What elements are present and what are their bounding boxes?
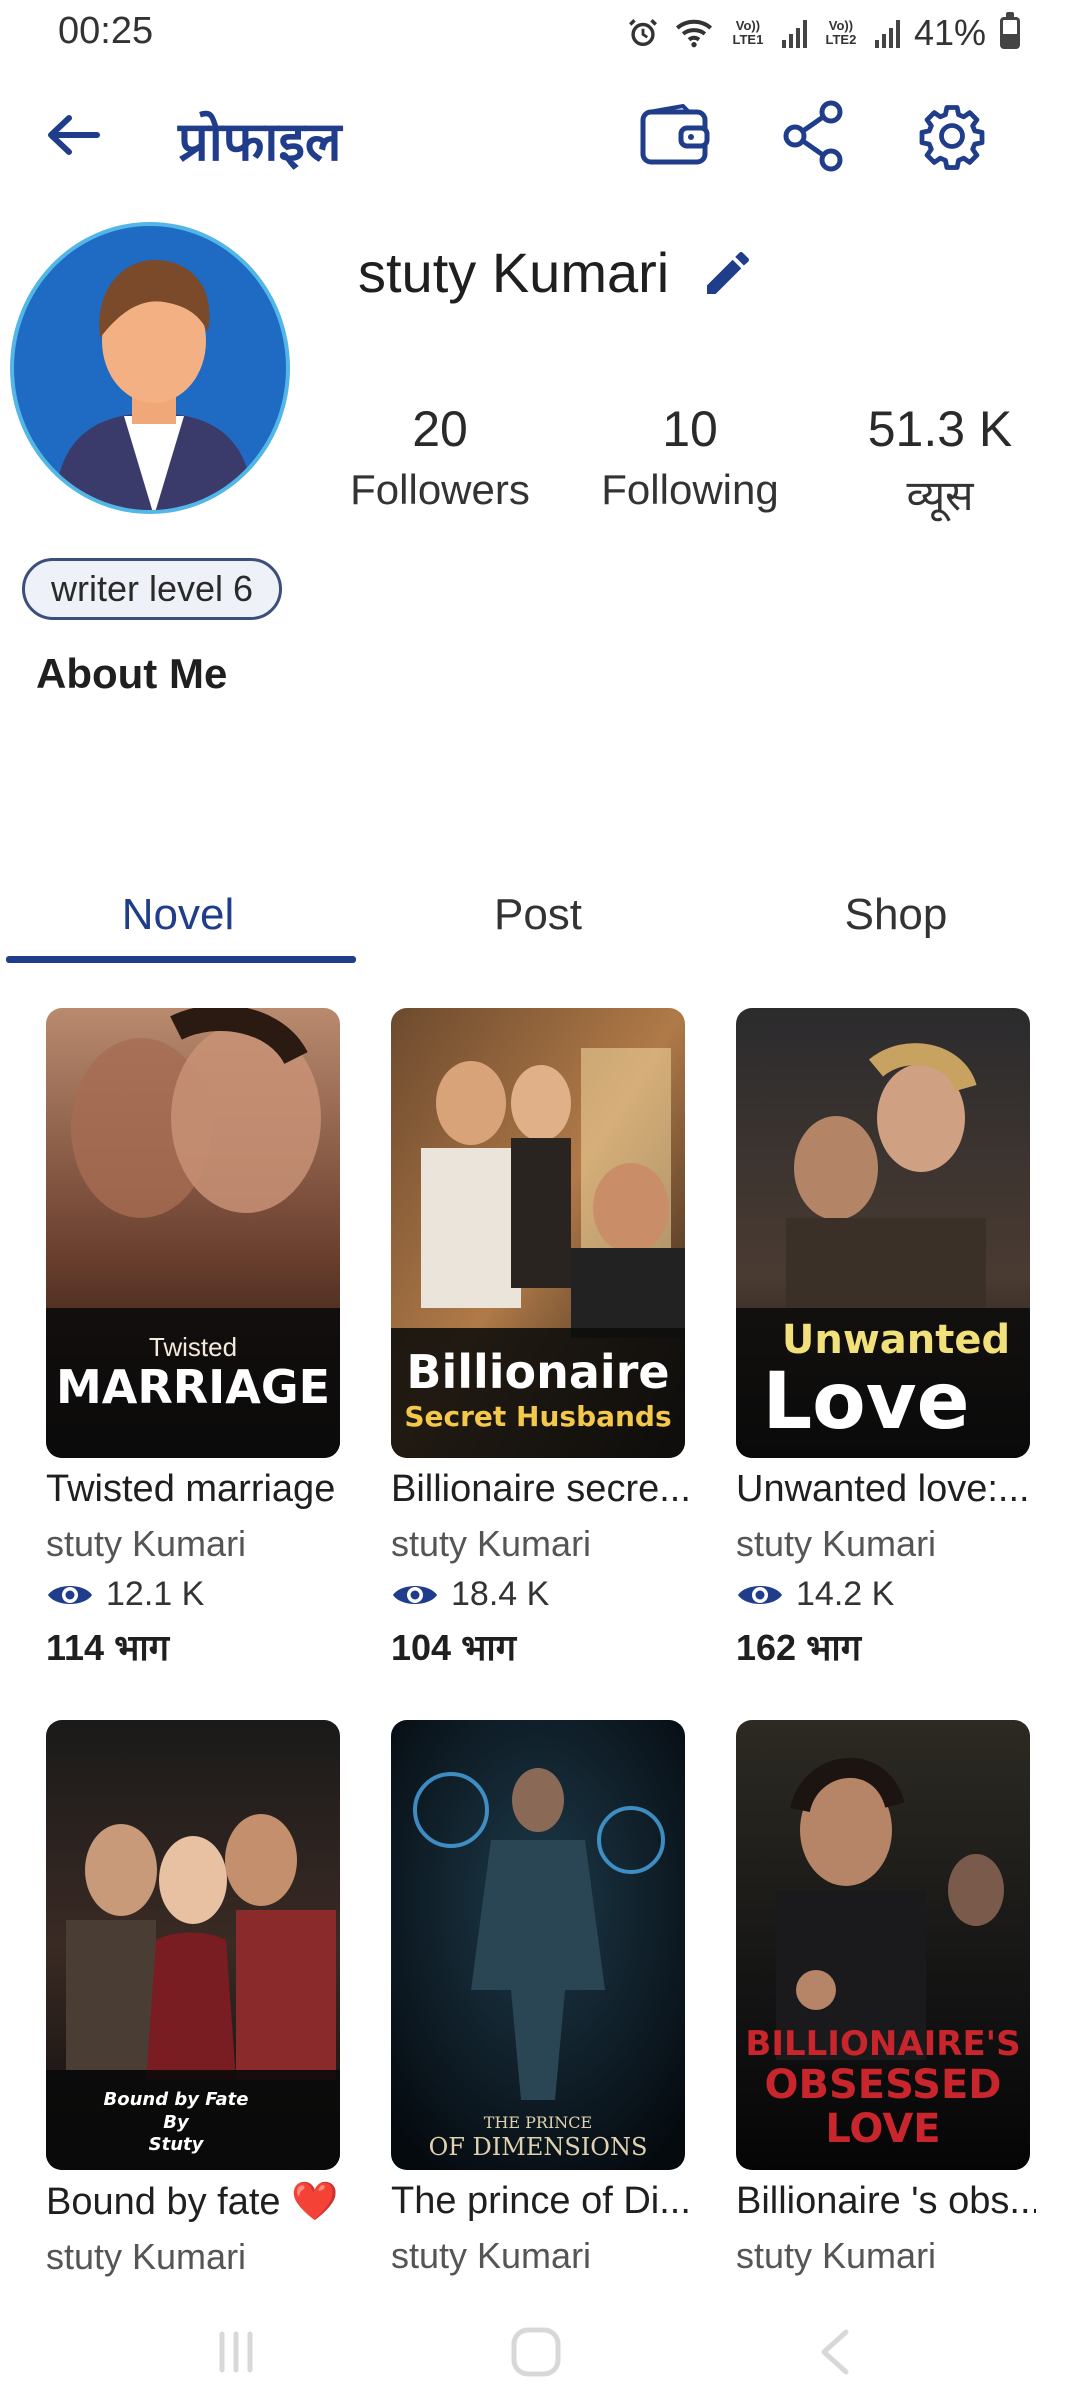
stat-value: 51.3 K [867, 401, 1013, 457]
stat-label: व्यूस [906, 472, 974, 519]
cover-main-line-2: LOVE [825, 2106, 940, 2152]
signal-1-icon [781, 18, 807, 48]
tab-novel[interactable]: Novel [0, 890, 356, 940]
cover-main-line-1: OBSESSED [765, 2062, 1002, 2108]
tab-shop[interactable]: Shop [718, 890, 1074, 940]
cover-main-text: Secret Husbands [404, 1400, 671, 1433]
book-author: stuty Kumari [391, 1523, 592, 1564]
settings-button[interactable] [912, 96, 992, 176]
book-author: stuty Kumari [46, 2236, 247, 2277]
cover-top-text: BILLIONAIRE'S [745, 2024, 1020, 2064]
book-author: stuty Kumari [736, 1523, 937, 1564]
book-card[interactable]: Bound by Fate By Stuty Bound by fate ❤️ … [46, 1720, 346, 2278]
wifi-icon [675, 19, 712, 48]
book-cover: BILLIONAIRE'S OBSESSED LOVE [736, 1720, 1030, 2170]
stat-value: 10 [662, 401, 718, 457]
cover-main-line-2: Stuty [149, 2134, 205, 2155]
cover-top-text: THE PRINCE [484, 2113, 592, 2132]
book-author: stuty Kumari [46, 1523, 247, 1564]
cover-main-text: MARRIAGE [56, 1360, 330, 1414]
avatar-person-icon [54, 259, 254, 510]
book-card[interactable]: Billionaire Secret Husbands Billionaire … [391, 1008, 691, 1671]
book-views: 12.1 K [46, 1575, 346, 1614]
content-tabs: Novel Post Shop [0, 870, 1080, 970]
cover-top-text: Bound by Fate [104, 2089, 249, 2110]
book-author: stuty Kumari [391, 2235, 592, 2276]
book-parts: 104 भाग [391, 1627, 516, 1668]
stat-views: 51.3 K व्यूस [820, 400, 1060, 523]
page-title: प्रोफाइल [178, 112, 342, 172]
book-card[interactable]: THE PRINCE OF DIMENSIONS The prince of D… [391, 1720, 691, 2277]
back-arrow-icon [48, 115, 100, 155]
pencil-icon [707, 252, 749, 294]
book-views: 18.4 K [391, 1575, 691, 1614]
stat-label: Followers [350, 466, 530, 513]
stat-value: 20 [412, 401, 468, 457]
views-count: 18.4 K [451, 1575, 550, 1613]
home-button[interactable] [506, 2322, 566, 2382]
battery-percent: 41% [913, 12, 986, 53]
lte2-label: Vo)) LTE2 [825, 18, 857, 47]
wallet-button[interactable] [635, 96, 715, 176]
views-count: 14.2 K [796, 1575, 895, 1613]
status-icons: Vo)) LTE1 Vo)) LTE2 41% [626, 8, 1020, 58]
recents-button[interactable] [206, 2322, 266, 2382]
writer-level-badge: writer level 6 [22, 558, 283, 620]
book-title: Billionaire secre... [391, 1468, 691, 1510]
system-nav-bar [0, 2296, 1080, 2408]
lte1-label: Vo)) LTE1 [732, 18, 764, 47]
share-button[interactable] [774, 96, 854, 176]
book-title: Billionaire 's obs... [736, 2180, 1036, 2222]
book-author: stuty Kumari [736, 2235, 937, 2276]
book-card[interactable]: BILLIONAIRE'S OBSESSED LOVE Billionaire … [736, 1720, 1036, 2277]
cover-main-text: Love [762, 1357, 969, 1447]
eye-icon [738, 1585, 782, 1604]
cover-main-text: OF DIMENSIONS [429, 2133, 648, 2161]
active-tab-indicator [6, 956, 356, 963]
profile-name: stuty Kumari [358, 241, 670, 304]
tab-post[interactable]: Post [360, 890, 716, 940]
eye-icon [48, 1585, 92, 1604]
back-nav-button[interactable] [806, 2322, 866, 2382]
profile-stats: 20 Followers 10 Following 51.3 K व्यूस [320, 400, 1060, 530]
back-chevron-icon [821, 2329, 849, 2375]
stat-following[interactable]: 10 Following [570, 400, 810, 514]
book-cover: THE PRINCE OF DIMENSIONS [391, 1720, 685, 2170]
book-card[interactable]: Twisted MARRIAGE Twisted marriage stuty … [46, 1008, 346, 1671]
cover-top-text: Twisted [149, 1332, 237, 1362]
eye-icon [393, 1585, 437, 1604]
signal-2-icon [874, 18, 900, 48]
back-button[interactable] [38, 100, 108, 170]
book-cover: Bound by Fate By Stuty [46, 1720, 340, 2170]
cover-main-line-1: By [163, 2112, 190, 2133]
stat-followers[interactable]: 20 Followers [320, 400, 560, 514]
alarm-icon [628, 19, 657, 47]
recents-icon [219, 2331, 253, 2373]
app-header: प्रोफाइल [0, 80, 1080, 190]
status-time: 00:25 [58, 10, 154, 52]
battery-icon [1000, 12, 1020, 49]
book-parts: 114 भाग [46, 1627, 169, 1668]
book-title: Bound by fate ❤️ [46, 2181, 339, 2223]
book-views: 14.2 K [736, 1575, 1036, 1614]
book-cover: Billionaire Secret Husbands [391, 1008, 685, 1458]
views-count: 12.1 K [106, 1575, 205, 1613]
book-parts: 162 भाग [736, 1627, 861, 1668]
stat-label: Following [601, 466, 779, 513]
book-cover: Twisted MARRIAGE [46, 1008, 340, 1458]
book-title: The prince of Di... [391, 2180, 691, 2222]
status-bar: 00:25 Vo)) LTE1 Vo)) LTE2 41% [0, 0, 1080, 70]
share-icon [783, 100, 843, 172]
about-me-heading: About Me [36, 650, 228, 697]
wallet-icon [640, 104, 710, 165]
cover-top-text: Billionaire [406, 1345, 669, 1399]
book-title: Twisted marriage [46, 1468, 336, 1510]
home-icon [511, 2327, 561, 2377]
edit-name-button[interactable] [700, 245, 756, 301]
avatar[interactable] [10, 222, 290, 514]
book-card[interactable]: Unwanted Love Unwanted love:... stuty Ku… [736, 1008, 1036, 1671]
book-title: Unwanted love:... [736, 1468, 1030, 1510]
gear-icon [919, 105, 985, 170]
book-cover: Unwanted Love [736, 1008, 1030, 1458]
